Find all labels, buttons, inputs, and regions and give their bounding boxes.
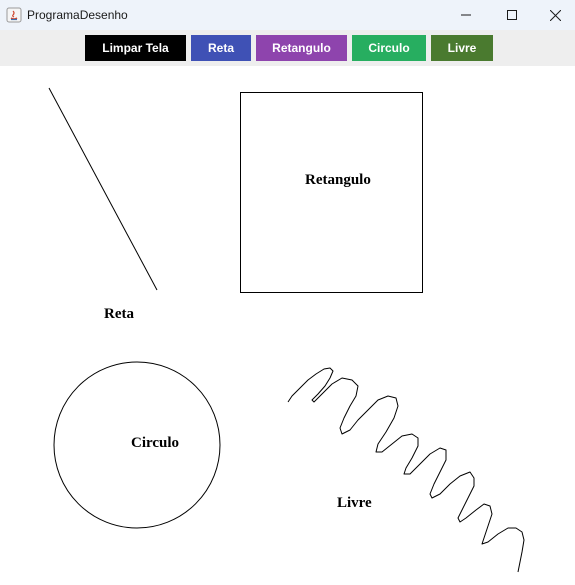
- title-bar: ProgramaDesenho: [0, 0, 575, 30]
- rectangle-tool-button[interactable]: Retangulo: [256, 35, 347, 61]
- drawn-line-shape: [48, 87, 158, 291]
- java-app-icon: [6, 7, 22, 23]
- circle-tool-button[interactable]: Circulo: [352, 35, 426, 61]
- circle-shape-label: Circulo: [131, 435, 180, 451]
- drawing-canvas[interactable]: Reta Retangulo Circulo Livre: [0, 66, 575, 585]
- minimize-icon: [461, 14, 471, 16]
- maximize-button[interactable]: [489, 0, 535, 30]
- drawn-freehand-shape: [287, 367, 525, 573]
- line-tool-button[interactable]: Reta: [191, 35, 251, 61]
- line-shape-label: Reta: [104, 306, 134, 322]
- close-button[interactable]: [535, 0, 575, 30]
- minimize-button[interactable]: [443, 0, 489, 30]
- freehand-tool-button[interactable]: Livre: [431, 35, 493, 61]
- drawing-surface: [48, 87, 525, 573]
- window-title: ProgramaDesenho: [27, 8, 128, 22]
- maximize-icon: [507, 10, 517, 20]
- toolbar: Limpar Tela Reta Retangulo Circulo Livre: [0, 30, 575, 66]
- app-window: ProgramaDesenho Limpar Tela Reta Retangu…: [0, 0, 575, 585]
- drawn-rectangle-shape: [240, 92, 423, 293]
- freehand-shape-label: Livre: [337, 495, 372, 511]
- rectangle-shape-label: Retangulo: [305, 172, 371, 188]
- clear-screen-button[interactable]: Limpar Tela: [85, 35, 186, 61]
- close-icon: [549, 9, 561, 21]
